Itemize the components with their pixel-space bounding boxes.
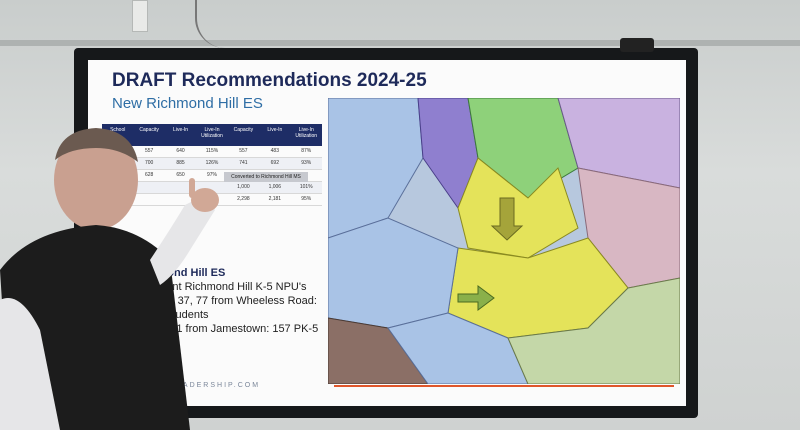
- cell: ...A B ES: [107, 172, 128, 178]
- table-row: ...% 2,298 2,181 95%: [102, 194, 322, 206]
- cell: 640: [176, 148, 185, 154]
- slide-title: DRAFT Recommendations 2024-25: [112, 70, 427, 91]
- cell: 2,298: [237, 196, 250, 202]
- slide-subtitle: New Richmond Hill ES: [112, 95, 263, 112]
- header-proposed-capacity: Capacity: [233, 127, 254, 133]
- note-line: NPU's 20, 21 from Jamestown: 157 PK-5: [118, 323, 319, 335]
- cell: [165, 182, 196, 193]
- whiteboard-rail: [0, 40, 800, 46]
- cell: 126%: [205, 160, 219, 166]
- recommendation-table: School Capacity Live-In Live-In Utilizat…: [102, 124, 322, 210]
- cell: [102, 194, 133, 205]
- wall-outlet: [132, 0, 148, 32]
- note-line: NPU's 34E, 37, 77 from Wheeless Road:: [118, 295, 317, 307]
- cell: 115%: [205, 148, 219, 154]
- header-utilization: Live-In Utilization: [201, 127, 223, 139]
- table-row: ...S 557 640 115% 557 483 87%: [102, 146, 322, 158]
- cell: 483: [270, 148, 279, 154]
- note-line: All current Richmond Hill K-5 NPU's: [132, 281, 307, 293]
- header-proposed-live-in: Live-In: [267, 127, 283, 133]
- note-line: 241 PK-5 students: [118, 309, 209, 321]
- header-live-in: Live-In: [173, 127, 189, 133]
- cell: 557: [144, 148, 154, 154]
- header-capacity: Capacity: [139, 127, 159, 133]
- cell: 95%: [301, 196, 312, 202]
- cell: 1,006: [268, 184, 282, 190]
- cell: ...S: [113, 148, 122, 154]
- header-proposed-utilization: Live-In Utilization: [295, 127, 318, 139]
- cell: 101%: [299, 184, 313, 190]
- cell: 2,181: [268, 196, 282, 202]
- cell: ...ine ES: [108, 160, 128, 166]
- cell: 741: [239, 160, 248, 166]
- accent-line: [334, 385, 674, 387]
- slide-notes: New Richmond Hill ES All current Richmon…: [108, 266, 328, 350]
- cell: 628: [144, 172, 154, 178]
- table-row: ...ES 1,000 1,006 101%: [102, 182, 322, 194]
- cell: 692: [270, 160, 279, 166]
- cell: ...%: [207, 196, 217, 202]
- cell: 700: [144, 160, 154, 166]
- cell: 93%: [301, 160, 312, 166]
- notes-heading: New Richmond Hill ES: [108, 267, 226, 279]
- attendance-zone-map: [328, 98, 680, 384]
- table-row: ...ine ES 700 885 126% 741 692 93%: [102, 158, 322, 170]
- cell: 557: [239, 148, 248, 154]
- table-header: School Capacity Live-In Live-In Utilizat…: [102, 124, 322, 146]
- zone-map-graphic: [328, 98, 680, 384]
- cell: [133, 182, 164, 193]
- cell: 1,000: [237, 184, 250, 190]
- converted-note: Converted to Richmond Hill MS: [224, 172, 308, 182]
- cell: [196, 182, 227, 193]
- cell: ...ES: [112, 184, 124, 190]
- cell: 650: [176, 172, 185, 178]
- presentation-slide: DRAFT Recommendations 2024-25 New Richmo…: [88, 60, 686, 406]
- cell: 97%: [206, 172, 217, 178]
- cell: [133, 194, 164, 205]
- cell: [165, 194, 196, 205]
- note-line: students: [118, 337, 160, 349]
- webcam-icon: [620, 38, 654, 52]
- cell: 885: [176, 160, 185, 166]
- slide-footer: ...PMLEADERSHIP.COM: [144, 382, 261, 389]
- header-school: School: [110, 127, 126, 133]
- cell: 87%: [301, 148, 312, 154]
